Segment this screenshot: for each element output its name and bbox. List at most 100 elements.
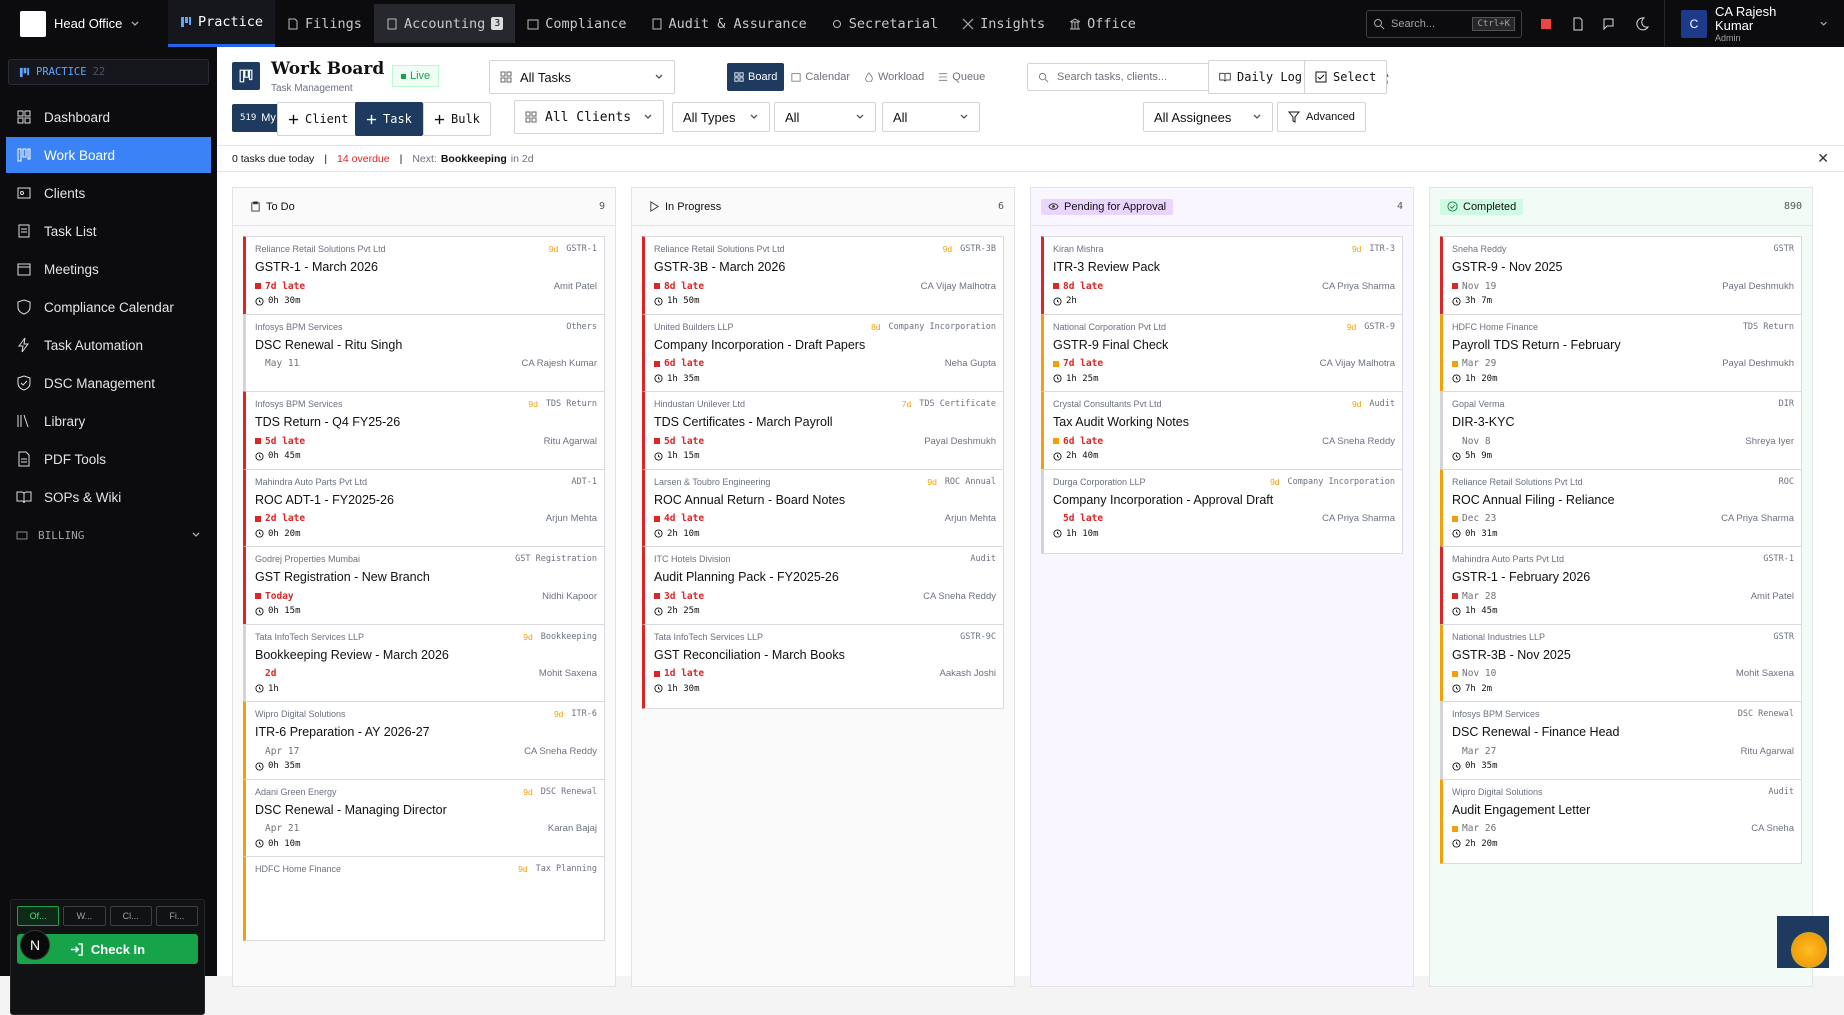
close-icon[interactable]: ✕ bbox=[1817, 150, 1829, 167]
task-card[interactable]: Larsen & Toubro Engineering9dROC AnnualR… bbox=[642, 469, 1004, 554]
card-age: 9d bbox=[1347, 322, 1356, 332]
sidebar-item-library[interactable]: Library bbox=[6, 403, 211, 439]
task-card[interactable]: Infosys BPM ServicesDSC RenewalDSC Renew… bbox=[1440, 701, 1802, 786]
task-card[interactable]: Wipro Digital Solutions9dITR-6ITR-6 Prep… bbox=[243, 701, 605, 786]
sidebar-item-dashboard[interactable]: Dashboard bbox=[6, 99, 211, 135]
clients-filter-select[interactable]: All Clients bbox=[514, 100, 664, 134]
task-card[interactable]: Kiran Mishra9dITR-3ITR-3 Review Pack8d l… bbox=[1041, 236, 1403, 321]
tab-insights[interactable]: Insights bbox=[950, 0, 1057, 47]
n-avatar-bubble[interactable]: N bbox=[20, 930, 50, 960]
add-client-button[interactable]: Client bbox=[277, 102, 359, 136]
view-tab-calendar[interactable]: Calendar bbox=[784, 63, 857, 91]
task-card[interactable]: National Industries LLPGSTRGSTR-3B - Nov… bbox=[1440, 624, 1802, 709]
card-title: Bookkeeping Review - March 2026 bbox=[255, 648, 597, 664]
attendance-tab-client[interactable]: Cl... bbox=[110, 906, 152, 926]
card-age: 8d bbox=[871, 322, 880, 332]
task-card[interactable]: Tata InfoTech Services LLPGSTR-9CGST Rec… bbox=[642, 624, 1004, 709]
task-card[interactable]: Mahindra Auto Parts Pvt LtdGSTR-1GSTR-1 … bbox=[1440, 546, 1802, 631]
column-header: Completed890 bbox=[1430, 188, 1812, 226]
task-card[interactable]: Reliance Retail Solutions Pvt Ltd9dGSTR-… bbox=[243, 236, 605, 321]
top-bar: Head Office Practice Filings Accounting … bbox=[0, 0, 1844, 47]
select-button[interactable]: Select bbox=[1304, 60, 1387, 94]
chevron-down-icon bbox=[654, 72, 664, 82]
view-tab-queue[interactable]: Queue bbox=[931, 63, 992, 91]
tab-label: Office bbox=[1087, 16, 1136, 32]
assistant-widget-icon[interactable] bbox=[1777, 916, 1829, 968]
task-card[interactable]: HDFC Home Finance9dTax Planning bbox=[243, 856, 605, 941]
daily-log-button[interactable]: Daily Log bbox=[1208, 60, 1313, 94]
sidebar-item-task-list[interactable]: Task List bbox=[6, 213, 211, 249]
view-tab-workload[interactable]: Workload bbox=[857, 63, 931, 91]
task-card[interactable]: Durga Corporation LLP9dCompany Incorpora… bbox=[1041, 469, 1403, 554]
bulk-add-button[interactable]: Bulk bbox=[423, 102, 491, 136]
sidebar-item-meetings[interactable]: Meetings bbox=[6, 251, 211, 287]
card-type: ROC Annual bbox=[945, 477, 996, 487]
task-filter-select[interactable]: All Tasks bbox=[489, 60, 675, 94]
card-assignee: CA Priya Sharma bbox=[1721, 513, 1794, 524]
task-card[interactable]: ITC Hotels DivisionAuditAudit Planning P… bbox=[642, 546, 1004, 631]
task-card[interactable]: Crystal Consultants Pvt Ltd9dAuditTax Au… bbox=[1041, 391, 1403, 476]
global-search[interactable]: Search... Ctrl+K bbox=[1366, 10, 1522, 38]
assignees-filter-select[interactable]: All Assignees bbox=[1143, 102, 1273, 132]
priority-filter-value: All bbox=[893, 110, 907, 125]
add-task-button[interactable]: Task bbox=[355, 102, 423, 136]
tab-filings[interactable]: Filings bbox=[275, 0, 374, 47]
status-filter-select[interactable]: All bbox=[774, 102, 876, 132]
task-card[interactable]: Godrej Properties MumbaiGST Registration… bbox=[243, 546, 605, 631]
task-card[interactable]: Tata InfoTech Services LLP9dBookkeepingB… bbox=[243, 624, 605, 709]
task-card[interactable]: Hindustan Unilever Ltd7dTDS CertificateT… bbox=[642, 391, 1004, 476]
sidebar-item-work-board[interactable]: Work Board bbox=[6, 137, 211, 173]
sidebar-item-pdf-tools[interactable]: PDF Tools bbox=[6, 441, 211, 477]
types-filter-select[interactable]: All Types bbox=[672, 102, 770, 132]
task-card[interactable]: United Builders LLP8dCompany Incorporati… bbox=[642, 314, 1004, 399]
clock-icon bbox=[654, 452, 663, 461]
attendance-tab-wfh[interactable]: W... bbox=[63, 906, 105, 926]
sidebar-section-header[interactable]: PRACTICE 22 bbox=[8, 59, 209, 85]
attendance-tab-field[interactable]: Fi... bbox=[156, 906, 198, 926]
task-card[interactable]: National Corporation Pvt Ltd9dGSTR-9GSTR… bbox=[1041, 314, 1403, 399]
tab-secretarial[interactable]: Secretarial bbox=[819, 0, 950, 47]
task-card[interactable]: Infosys BPM Services9dTDS ReturnTDS Retu… bbox=[243, 391, 605, 476]
list-icon bbox=[938, 72, 948, 82]
card-status-text: 8d late bbox=[664, 281, 704, 292]
check-in-label: Check In bbox=[91, 942, 145, 957]
status-dot bbox=[654, 438, 660, 444]
org-switcher[interactable]: Head Office bbox=[0, 0, 168, 47]
notification-icon[interactable] bbox=[1530, 8, 1562, 40]
tab-compliance[interactable]: Compliance bbox=[515, 0, 638, 47]
tab-office[interactable]: Office bbox=[1057, 0, 1148, 47]
moon-icon[interactable] bbox=[1626, 8, 1658, 40]
document-icon[interactable] bbox=[1562, 8, 1594, 40]
next-task[interactable]: Bookkeeping bbox=[441, 153, 507, 165]
card-title: Payroll TDS Return - February bbox=[1452, 338, 1794, 354]
task-card[interactable]: Wipro Digital SolutionsAuditAudit Engage… bbox=[1440, 779, 1802, 864]
task-card[interactable]: Reliance Retail Solutions Pvt LtdROCROC … bbox=[1440, 469, 1802, 554]
task-card[interactable]: Reliance Retail Solutions Pvt Ltd9dGSTR-… bbox=[642, 236, 1004, 321]
sidebar-item-dsc-management[interactable]: DSC Management bbox=[6, 365, 211, 401]
card-title: GSTR-3B - March 2026 bbox=[654, 260, 996, 276]
task-card[interactable]: Mahindra Auto Parts Pvt LtdADT-1ROC ADT-… bbox=[243, 469, 605, 554]
card-title: GSTR-1 - February 2026 bbox=[1452, 570, 1794, 586]
task-card[interactable]: Sneha ReddyGSTRGSTR-9 - Nov 2025Nov 19Pa… bbox=[1440, 236, 1802, 321]
tab-audit[interactable]: Audit & Assurance bbox=[639, 0, 819, 47]
sidebar-section-billing[interactable]: BILLING bbox=[0, 517, 217, 553]
view-tab-board[interactable]: Board bbox=[727, 63, 784, 91]
clock-icon bbox=[1452, 762, 1461, 771]
priority-filter-select[interactable]: All bbox=[882, 102, 980, 132]
tab-accounting[interactable]: Accounting 3 bbox=[374, 4, 515, 43]
task-card[interactable]: Adani Green Energy9dDSC RenewalDSC Renew… bbox=[243, 779, 605, 864]
sidebar-item-task-automation[interactable]: Task Automation bbox=[6, 327, 211, 363]
sidebar-item-sops-wiki[interactable]: SOPs & Wiki bbox=[6, 479, 211, 515]
card-client: National Industries LLP bbox=[1452, 632, 1545, 642]
task-card[interactable]: Gopal VermaDIRDIR-3-KYCNov 8Shreya Iyer5… bbox=[1440, 391, 1802, 476]
tab-practice[interactable]: Practice bbox=[168, 0, 275, 47]
sidebar-item-compliance-calendar[interactable]: Compliance Calendar bbox=[6, 289, 211, 325]
overdue-text[interactable]: 14 overdue bbox=[337, 153, 390, 165]
sidebar-item-clients[interactable]: Clients bbox=[6, 175, 211, 211]
advanced-filter-button[interactable]: Advanced bbox=[1277, 102, 1366, 132]
task-card[interactable]: HDFC Home FinanceTDS ReturnPayroll TDS R… bbox=[1440, 314, 1802, 399]
attendance-tab-office[interactable]: Of... bbox=[17, 906, 59, 926]
chat-icon[interactable] bbox=[1594, 8, 1626, 40]
task-card[interactable]: Infosys BPM ServicesOthersDSC Renewal - … bbox=[243, 314, 605, 399]
user-menu[interactable]: C CA Rajesh Kumar Admin bbox=[1664, 0, 1844, 47]
